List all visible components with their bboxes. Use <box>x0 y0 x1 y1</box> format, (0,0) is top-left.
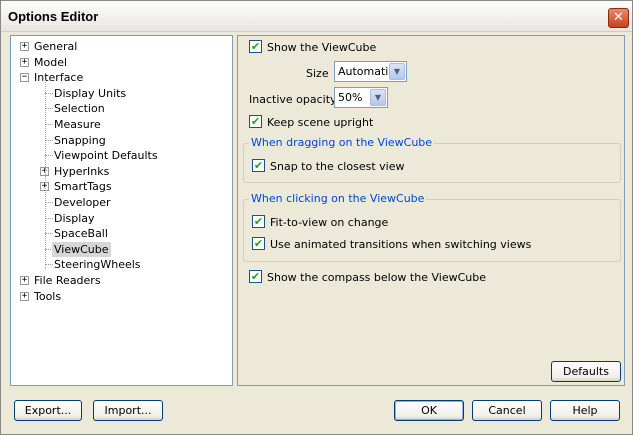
tree-item-label: Tools <box>34 289 62 303</box>
tree-item-display-units[interactable]: Display Units <box>11 86 231 101</box>
inactive-opacity-dropdown[interactable]: 50% ▼ <box>334 87 388 108</box>
show-compass-checkbox[interactable]: ✔ <box>249 270 262 283</box>
tree-item-general[interactable]: + General <box>11 39 231 54</box>
inactive-opacity-value: 50% <box>338 91 363 104</box>
tree-item-label: Model <box>34 55 68 69</box>
checkmark-icon: ✔ <box>250 115 261 128</box>
tree-item-steeringwheels[interactable]: SteeringWheels <box>11 257 231 272</box>
size-label: Size <box>306 67 329 80</box>
tree-item-label: SmartTags <box>54 180 112 194</box>
tree-item-model[interactable]: + Model <box>11 55 231 70</box>
tree-item-label: SteeringWheels <box>54 258 141 272</box>
size-dropdown[interactable]: Automatic ▼ <box>334 61 407 82</box>
cancel-button[interactable]: Cancel <box>472 400 542 421</box>
animated-transitions-checkbox[interactable]: ✔ <box>252 237 265 250</box>
ok-button[interactable]: OK <box>394 400 464 421</box>
size-value: Automatic <box>338 65 395 78</box>
checkmark-icon: ✔ <box>253 159 264 172</box>
tree-item-label: Viewpoint Defaults <box>54 149 158 163</box>
title-bar[interactable]: Options Editor ✕ <box>1 1 632 32</box>
keep-upright-label: Keep scene upright <box>267 116 374 129</box>
window-title: Options Editor <box>8 9 99 24</box>
tree-item-label: Interface <box>34 71 84 85</box>
checkmark-icon: ✔ <box>253 215 264 228</box>
snap-closest-view-checkbox[interactable]: ✔ <box>252 159 265 172</box>
tree-item-display[interactable]: Display <box>11 211 231 226</box>
checkmark-icon: ✔ <box>253 237 264 250</box>
import-button[interactable]: Import... <box>93 400 163 421</box>
viewcube-options-panel: ✔ Show the ViewCube Size Automatic ▼ Ina… <box>237 35 625 386</box>
tree-item-label: Measure <box>54 118 101 131</box>
tree-expander-icon[interactable]: + <box>20 276 29 285</box>
tree-item-measure[interactable]: Measure <box>11 117 231 132</box>
options-editor-window: Options Editor ✕ + General + Model − Interfac… <box>0 0 633 435</box>
export-button[interactable]: Export... <box>14 400 82 421</box>
tree-item-label: HyperInks <box>54 164 110 178</box>
tree-item-label: Developer <box>54 196 111 209</box>
show-compass-label: Show the compass below the ViewCube <box>267 271 486 284</box>
close-icon: ✕ <box>613 10 624 25</box>
tree-expander-icon[interactable]: + <box>20 42 29 51</box>
checkmark-icon: ✔ <box>250 40 261 53</box>
tree-connector <box>45 82 46 270</box>
fit-to-view-label: Fit-to-view on change <box>270 216 389 229</box>
tree-expander-icon[interactable]: + <box>20 291 29 301</box>
tree-item-file-readers[interactable]: + File Readers <box>11 273 231 288</box>
snap-closest-view-label: Snap to the closest view <box>270 160 405 173</box>
tree-item-interface[interactable]: − Interface <box>11 70 231 85</box>
tree-item-developer[interactable]: Developer <box>11 195 231 210</box>
tree-item-label: ViewCube <box>52 241 111 257</box>
tree-expander-icon[interactable]: + <box>20 57 29 67</box>
dragging-group-title: When dragging on the ViewCube <box>249 136 435 149</box>
dragging-groupbox: When dragging on the ViewCube ✔ Snap to … <box>243 136 621 183</box>
tree-item-snapping[interactable]: Snapping <box>11 133 231 148</box>
tree-item-label: Snapping <box>54 133 106 147</box>
help-button[interactable]: Help <box>550 400 620 421</box>
options-tree[interactable]: + General + Model − Interface Display Units Sel… <box>10 35 233 386</box>
tree-item-viewpoint-defaults[interactable]: Viewpoint Defaults <box>11 148 231 163</box>
tree-item-tools[interactable]: + Tools <box>11 289 231 304</box>
tree-item-spaceball[interactable]: SpaceBall <box>11 226 231 241</box>
tree-item-viewcube[interactable]: ViewCube <box>11 241 231 257</box>
fit-to-view-checkbox[interactable]: ✔ <box>252 215 265 228</box>
tree-item-label: General <box>34 40 78 53</box>
checkmark-icon: ✔ <box>250 270 261 283</box>
close-button[interactable]: ✕ <box>608 8 629 28</box>
inactive-opacity-label: Inactive opacity <box>249 93 337 106</box>
tree-item-label: SpaceBall <box>54 227 108 241</box>
tree-item-selection[interactable]: Selection <box>11 101 231 116</box>
show-viewcube-checkbox[interactable]: ✔ <box>249 40 262 53</box>
clicking-group-title: When clicking on the ViewCube <box>249 192 427 205</box>
keep-upright-checkbox[interactable]: ✔ <box>249 115 262 128</box>
tree-expander-icon[interactable]: − <box>20 73 29 83</box>
show-viewcube-label: Show the ViewCube <box>267 41 377 54</box>
tree-item-hyperinks[interactable]: + HyperInks <box>11 164 231 179</box>
tree-item-label: Selection <box>54 102 105 116</box>
chevron-down-icon[interactable]: ▼ <box>370 89 386 106</box>
clicking-groupbox: When clicking on the ViewCube ✔ Fit-to-v… <box>243 192 621 262</box>
animated-transitions-label: Use animated transitions when switching … <box>270 238 532 251</box>
chevron-down-icon[interactable]: ▼ <box>389 63 405 80</box>
tree-item-label: Display Units <box>54 86 127 100</box>
tree-item-label: File Readers <box>34 274 101 287</box>
tree-item-label: Display <box>54 211 95 225</box>
defaults-button[interactable]: Defaults <box>551 361 621 382</box>
tree-item-smarttags[interactable]: + SmartTags <box>11 179 231 194</box>
